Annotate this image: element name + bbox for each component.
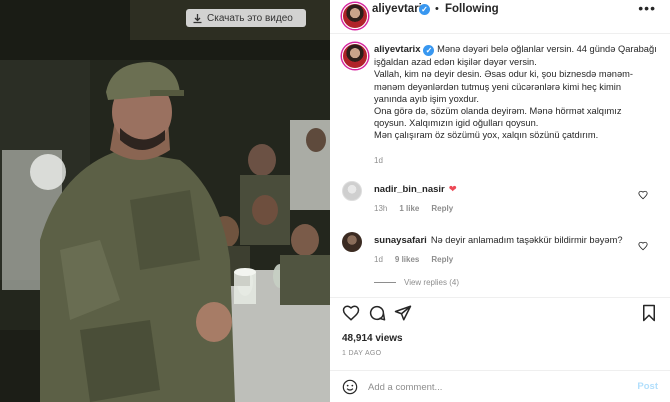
download-icon bbox=[192, 13, 203, 24]
verified-badge-icon: ✓ bbox=[423, 45, 435, 56]
comment-body: Nə deyir anlamadım taşəkkür bildirmir bə… bbox=[430, 235, 623, 245]
like-comment-heart-icon[interactable] bbox=[638, 187, 648, 200]
caption-text: aliyevtarix ✓ Mənə dəyəri belə oğlanlar v… bbox=[374, 43, 660, 142]
commenter-avatar[interactable] bbox=[342, 181, 362, 201]
like-comment-heart-icon[interactable] bbox=[638, 238, 648, 251]
comment-timestamp[interactable]: 13h bbox=[374, 204, 387, 213]
following-button[interactable]: Following bbox=[445, 3, 499, 15]
post-comment-button[interactable]: Post bbox=[637, 381, 658, 392]
comment-likes[interactable]: 1 like bbox=[399, 204, 419, 213]
caption-line: Ona görə də, sözüm olanda deyirəm. Mənə … bbox=[374, 106, 622, 117]
view-replies-label: View replies (4) bbox=[404, 278, 459, 287]
add-comment-bar: Post bbox=[330, 370, 670, 402]
caption-line: Mənə dəyəri belə oğlanlar versin. 44 gün… bbox=[437, 44, 657, 54]
emoji-smiley-icon[interactable] bbox=[342, 379, 358, 395]
caption-username[interactable]: aliyevtarix bbox=[374, 44, 420, 55]
share-paper-plane-icon[interactable] bbox=[394, 304, 412, 322]
comment-reply-button[interactable]: Reply bbox=[431, 255, 453, 264]
comment-text: sunaysafari Nə deyir anlamadım taşəkkür b… bbox=[374, 235, 623, 246]
comment-body: ❤ bbox=[448, 184, 457, 194]
more-options-icon[interactable]: ••• bbox=[638, 0, 656, 16]
download-video-label: Скачать это видео bbox=[207, 12, 293, 24]
comment-text: nadir_bin_nasir ❤ bbox=[374, 184, 457, 195]
caption-line: işğaldan azad edən kişilər dəyər versin. bbox=[374, 57, 537, 68]
comment-reply-button[interactable]: Reply bbox=[431, 204, 453, 213]
caption-avatar[interactable] bbox=[342, 43, 368, 69]
comment-meta: 1d 9 likes Reply bbox=[374, 255, 453, 264]
like-heart-icon[interactable] bbox=[342, 304, 360, 322]
commenter-username[interactable]: nadir_bin_nasir bbox=[374, 184, 445, 195]
video-player[interactable]: Скачать это видео bbox=[0, 0, 330, 402]
post-header: aliyevtarix ✓ • Following ••• bbox=[330, 0, 670, 34]
commenter-username[interactable]: sunaysafari bbox=[374, 235, 427, 246]
caption-first-line: aliyevtarix ✓ Mənə dəyəri belə oğlanlar v… bbox=[374, 43, 660, 56]
caption-line: qoysun. Xalqımızın igid oğulları qoysun. bbox=[374, 118, 539, 129]
post-panel: aliyevtarix ✓ • Following ••• aliyevtari… bbox=[330, 0, 670, 402]
download-video-button[interactable]: Скачать это видео bbox=[186, 9, 306, 27]
author-avatar[interactable] bbox=[342, 3, 368, 29]
view-count[interactable]: 48,914 views bbox=[342, 333, 403, 344]
comment-timestamp[interactable]: 1d bbox=[374, 255, 383, 264]
verified-badge-icon: ✓ bbox=[419, 4, 430, 15]
post-timestamp[interactable]: 1 DAY AGO bbox=[342, 350, 381, 357]
comment-item: sunaysafari Nə deyir anlamadım taşəkkür b… bbox=[342, 232, 662, 272]
caption-timestamp[interactable]: 1d bbox=[374, 156, 383, 165]
action-bar bbox=[330, 297, 670, 329]
add-comment-input[interactable] bbox=[368, 378, 618, 396]
caption-line: yanında ayıb işim yoxdur. bbox=[374, 93, 479, 104]
replies-divider bbox=[374, 282, 396, 283]
caption-line: Mən çalışıram öz sözümü yox, xalqın sözü… bbox=[374, 130, 599, 141]
caption-line: Vallah, kim nə deyir desin. Əsas odur ki… bbox=[374, 69, 633, 80]
comment-bubble-icon[interactable] bbox=[368, 304, 386, 322]
commenter-avatar[interactable] bbox=[342, 232, 362, 252]
comment-likes[interactable]: 9 likes bbox=[395, 255, 419, 264]
comment-meta: 13h 1 like Reply bbox=[374, 204, 453, 213]
view-replies-button[interactable]: View replies (4) bbox=[374, 278, 459, 287]
comment-item: nadir_bin_nasir ❤ 13h 1 like Reply bbox=[342, 181, 662, 221]
video-frame bbox=[0, 0, 330, 402]
header-separator: • bbox=[435, 3, 439, 15]
caption-line: mənəm deyənlərdən tutmuş yeni cücərənlər… bbox=[374, 81, 621, 92]
save-bookmark-icon[interactable] bbox=[640, 304, 658, 322]
